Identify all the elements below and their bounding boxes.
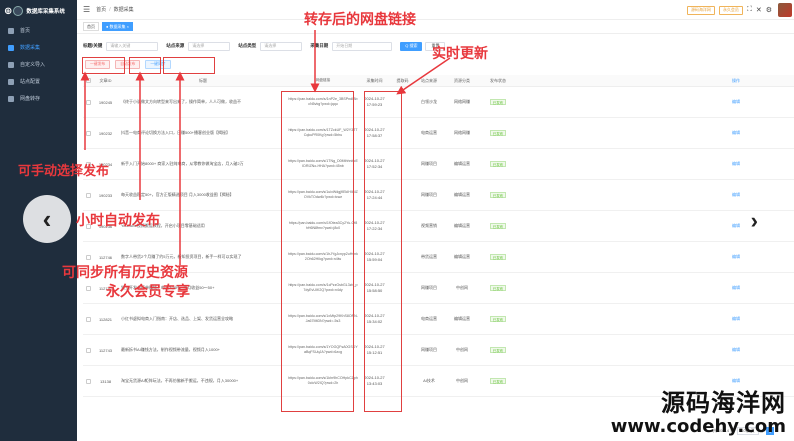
annotation-sync: 可同步所有历史资源 <box>62 264 188 280</box>
annotation-auto: 小时自动发布 <box>76 212 160 228</box>
annotation-manual: 可手动选择发布 <box>18 163 110 178</box>
annotation-vip: 永久会员专享 <box>106 283 190 299</box>
watermark: 源码海洋网 www.codehy.com <box>610 389 786 438</box>
annotation-link: 转存后的网盘链接 <box>304 11 416 27</box>
watermark-url: www.codehy.com <box>610 416 786 438</box>
watermark-title: 源码海洋网 <box>661 389 786 417</box>
next-slide-button[interactable]: › <box>751 208 758 234</box>
annotation-realtime: 实时更新 <box>432 45 488 61</box>
previous-slide-button[interactable]: ‹ <box>23 195 71 243</box>
